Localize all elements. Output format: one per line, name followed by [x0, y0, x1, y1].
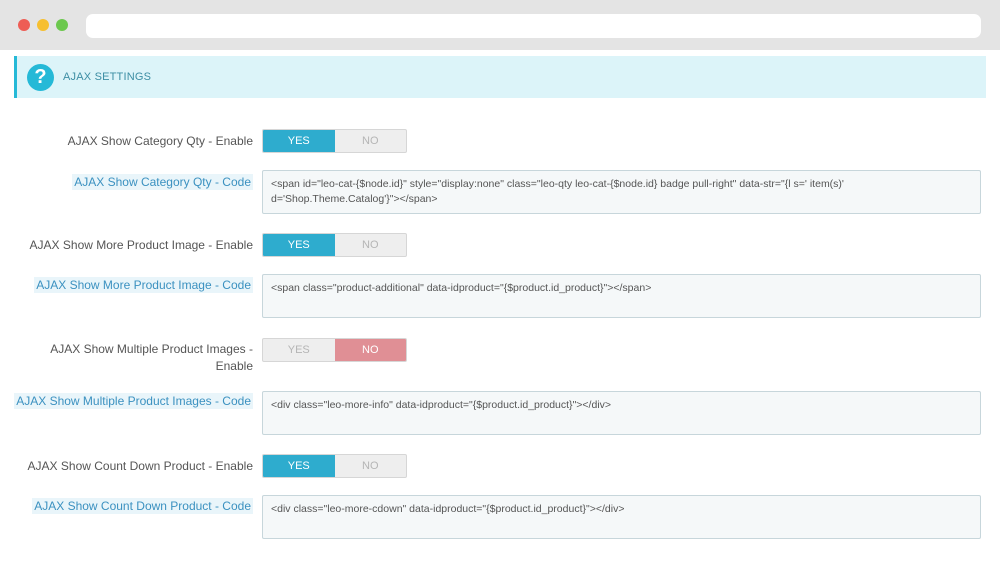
code-label-text: AJAX Show Multiple Product Images - Code [14, 393, 253, 409]
setting-label: AJAX Show Category Qty - Enable [67, 134, 253, 148]
yes-option[interactable]: YES [263, 339, 335, 361]
category-qty-code-field[interactable]: <span id="leo-cat-{$node.id}" style="dis… [262, 170, 981, 214]
code-label: AJAX Show Multiple Product Images - Code [13, 393, 253, 410]
count-down-toggle[interactable]: YES NO [262, 454, 407, 478]
multiple-images-toggle[interactable]: YES NO [262, 338, 407, 362]
code-label-text: AJAX Show Category Qty - Code [72, 174, 253, 190]
maximize-window-dot[interactable] [56, 19, 68, 31]
help-icon: ? [27, 64, 54, 91]
no-option[interactable]: NO [334, 339, 406, 361]
count-down-code-field[interactable]: <div class="leo-more-cdown" data-idprodu… [262, 495, 981, 539]
more-image-code-field[interactable]: <span class="product-additional" data-id… [262, 274, 981, 318]
panel-heading: ? AJAX SETTINGS [14, 56, 986, 98]
more-image-toggle[interactable]: YES NO [262, 233, 407, 257]
multiple-images-code-field[interactable]: <div class="leo-more-info" data-idproduc… [262, 391, 981, 435]
code-label: AJAX Show Count Down Product - Code [13, 498, 253, 515]
page-content: ? AJAX SETTINGS AJAX Show Category Qty -… [0, 50, 1000, 564]
yes-option[interactable]: YES [263, 234, 335, 256]
no-option[interactable]: NO [335, 130, 407, 152]
setting-label: AJAX Show Multiple Product Images - Enab… [50, 342, 253, 373]
setting-label: AJAX Show Count Down Product - Enable [27, 459, 253, 473]
yes-option[interactable]: YES [263, 455, 335, 477]
address-bar[interactable] [86, 14, 981, 38]
code-label-text: AJAX Show Count Down Product - Code [32, 498, 253, 514]
no-option[interactable]: NO [335, 455, 407, 477]
panel-title: AJAX SETTINGS [63, 71, 152, 83]
code-label: AJAX Show Category Qty - Code [13, 174, 253, 191]
yes-option[interactable]: YES [263, 130, 335, 152]
category-qty-toggle[interactable]: YES NO [262, 129, 407, 153]
setting-label: AJAX Show More Product Image - Enable [29, 238, 253, 252]
code-label-text: AJAX Show More Product Image - Code [34, 277, 253, 293]
minimize-window-dot[interactable] [37, 19, 49, 31]
no-option[interactable]: NO [335, 234, 407, 256]
code-label: AJAX Show More Product Image - Code [13, 277, 253, 294]
close-window-dot[interactable] [18, 19, 30, 31]
browser-titlebar [0, 0, 1000, 50]
